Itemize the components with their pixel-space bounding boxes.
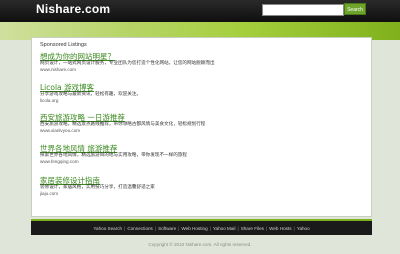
main-panel: Sponsored Listings 想成为你的网站明星？ 网页设计，一站式网页… bbox=[31, 37, 372, 217]
listing-item: 想成为你的网站明星？ 网页设计，一站式网页设计服务，专业团队为您打造个性化网站，… bbox=[40, 52, 360, 73]
footer-link[interactable]: Software bbox=[158, 226, 176, 231]
listing-url[interactable]: licola.org bbox=[40, 98, 360, 104]
footer-link[interactable]: Connections bbox=[127, 226, 153, 231]
listing-title-link[interactable]: 世界各地风情 旅游推荐 bbox=[40, 144, 360, 153]
listing-url[interactable]: jiaju.com bbox=[40, 191, 360, 197]
footer-link[interactable]: Yahoo Search bbox=[93, 226, 122, 231]
footer-separator: | bbox=[178, 225, 180, 231]
listing-item: 世界各地风情 旅游推荐 探索世界各地风情，精选旅游目的地与实用攻略，带你发现不一… bbox=[40, 144, 360, 165]
listing-title-link[interactable]: 想成为你的网站明星？ bbox=[40, 52, 360, 61]
footer-link[interactable]: Yahoo bbox=[297, 226, 310, 231]
footer-separator: | bbox=[293, 225, 295, 231]
listing-url[interactable]: www.nishare.com bbox=[40, 67, 360, 73]
footer-links: Yahoo Search | Connections | Software | Web… bbox=[31, 221, 372, 235]
footer-separator: | bbox=[265, 225, 268, 231]
site-logo[interactable]: Nishare.com bbox=[36, 2, 110, 16]
listing-url[interactable]: www.xianlvyou.com bbox=[40, 128, 360, 134]
footer-link[interactable]: Web Hosting bbox=[181, 226, 207, 231]
search-input[interactable] bbox=[262, 4, 344, 16]
search-button[interactable]: Search bbox=[344, 3, 366, 15]
footer-bar: Yahoo Search | Connections | Software | Web… bbox=[31, 219, 372, 235]
top-bar: Nishare.com Search bbox=[0, 0, 400, 22]
sponsored-heading: Sponsored Listings bbox=[40, 42, 87, 48]
listing-item: 家居装修设计指南 装修设计，家居风格，实用技巧分享，打造温馨舒适之家 jiaju… bbox=[40, 176, 360, 197]
footer-separator: | bbox=[237, 225, 239, 231]
footer-link[interactable]: Yahoo Mail bbox=[213, 226, 236, 231]
copyright-text: Copyright © 2010 Nishare.com. All rights… bbox=[148, 242, 252, 247]
footer-link[interactable]: Share Files bbox=[241, 226, 264, 231]
footer-separator: | bbox=[154, 225, 157, 231]
footer-separator: | bbox=[124, 225, 126, 231]
listing-item: 西安旅游攻略 一日游推荐 西安旅游攻略，精选景点路线推荐，带你领略古都风情与美食… bbox=[40, 113, 360, 134]
listing-url[interactable]: www.fengqing.com bbox=[40, 159, 360, 165]
footer-separator: | bbox=[209, 225, 211, 231]
footer-link[interactable]: Web Hosts bbox=[269, 226, 291, 231]
listing-item: Licola 游戏博客 分享游戏攻略与最新资讯，轻松有趣，欢迎关注。 licol… bbox=[40, 83, 360, 104]
listing-title-link[interactable]: 西安旅游攻略 一日游推荐 bbox=[40, 113, 360, 122]
listing-title-link[interactable]: Licola 游戏博客 bbox=[40, 83, 360, 92]
listing-title-link[interactable]: 家居装修设计指南 bbox=[40, 176, 360, 185]
